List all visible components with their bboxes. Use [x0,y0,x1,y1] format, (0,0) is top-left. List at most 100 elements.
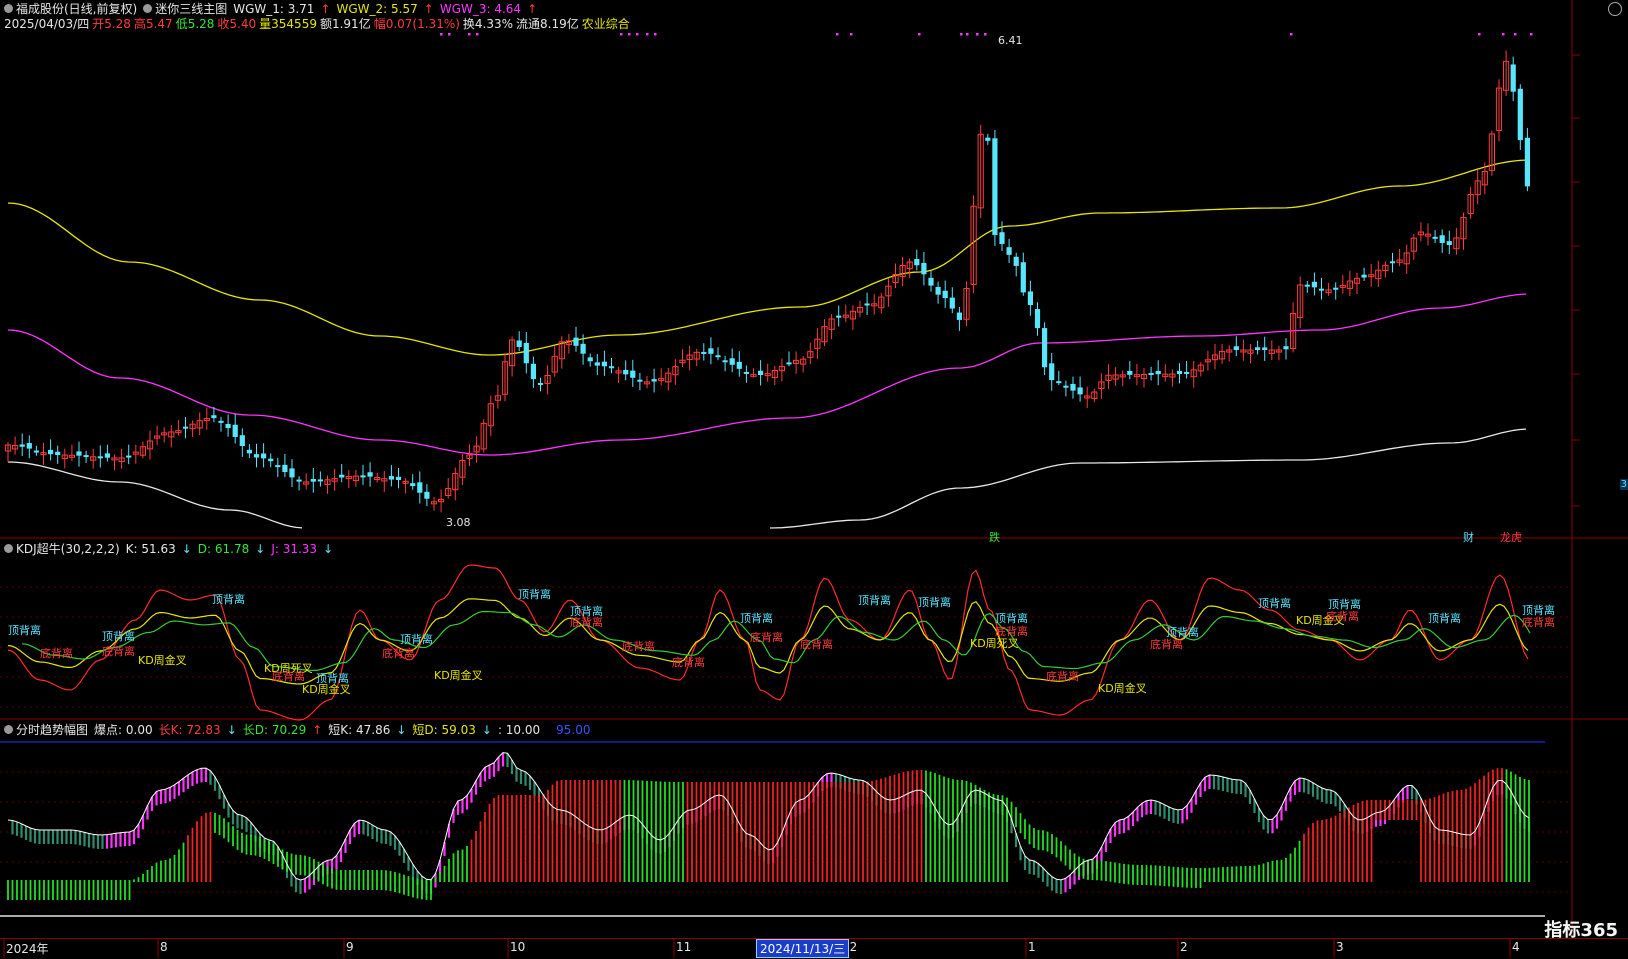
candle-body [587,357,593,362]
candle-body [786,362,792,365]
candle-body [1389,261,1396,264]
candle-body [218,420,224,423]
signal-dot [440,33,443,36]
candle-body [1510,64,1516,92]
indicator-toggle-icon[interactable] [4,4,13,13]
sector-link[interactable]: 农业综合 [582,17,630,32]
indicator-toggle-icon[interactable] [143,4,153,13]
candle-body [19,444,25,447]
candle-body [608,366,615,369]
kdj-d-value: D: 61.78 [197,542,250,556]
signal-dot [620,33,623,36]
high-value: 高5.47 [133,17,173,31]
candle-body [1233,346,1239,350]
event-tag-dragon-tiger[interactable]: 龙虎 [1500,529,1522,545]
down-arrow-icon: ↓ [181,542,192,556]
kdj-header: KDJ超牛(30,2,2,2) K: 51.63 ↓ D: 61.78 ↓ J: 3… [4,542,333,557]
wgw2-value: WGW_2: 5.57 [336,2,418,16]
candle-body [1020,262,1026,293]
candle-body [1361,274,1367,278]
signal-dot [448,33,451,36]
candle-body [1013,256,1019,266]
kdj-signal-label: KD周金叉 [1098,682,1147,695]
time-axis-label: 2 [1180,940,1188,954]
candle-body [26,443,32,449]
candle-body [1318,288,1325,291]
candle-body [992,138,998,235]
candle-body [104,453,110,458]
signal-dot [1502,33,1505,36]
float-value: 流通8.19亿 [516,17,579,31]
candle-body [530,363,536,380]
candle-body [83,455,89,458]
close-value: 收5.40 [217,17,257,31]
down-arrow-icon: ↓ [396,723,407,737]
trend-header: 分时趋势幅图 爆点: 0.00 长K: 72.83 ↓ 长D: 70.29 ↑ 短K… [4,723,591,738]
indicator-name[interactable]: 迷你三线主图 [155,2,227,16]
candle-body [758,370,764,375]
candle-body [395,476,402,480]
candle-body [1304,284,1310,287]
trend-title[interactable]: 分时趋势幅图 [16,723,88,737]
candle-body [601,361,607,367]
trend-95-value: 95.00 [556,723,591,737]
candle-body [1063,385,1069,388]
event-tag-finance[interactable]: 财 [1463,529,1474,545]
signal-dot [636,33,639,36]
down-arrow-icon: ↓ [255,542,266,556]
candle-body [289,468,295,478]
time-axis-label: 4 [1512,940,1520,954]
kdj-j-value: J: 31.33 [271,542,318,556]
low-price-label: 3.08 [446,516,471,529]
candle-body [864,303,870,306]
candle-body [999,232,1005,244]
kdj-signal-label: 顶背离 [1428,612,1461,625]
candle-body [985,137,991,141]
ma-line-white [769,428,1527,529]
candle-body [1446,241,1452,245]
kdj-signal-label: 底背离 [570,616,603,629]
candle-body [268,458,274,462]
trend-long-d: 长D: 70.29 [242,723,307,737]
kdj-signal-label: 底背离 [622,640,655,653]
trend-long-k: 长K: 72.83 [158,723,221,737]
candle-body [339,474,345,478]
indicator-toggle-icon[interactable] [4,725,13,734]
candle-body [1127,370,1133,375]
indicator-toggle-icon[interactable] [4,544,13,553]
trend-short-d: 短D: 59.03 [412,723,476,737]
kdj-signal-label: KD周金叉 [302,683,351,696]
time-axis-label: 2024年 [6,942,49,956]
candle-body [1432,236,1438,239]
kdj-signal-label: 底背离 [800,638,833,651]
signal-dot [850,33,853,36]
kdj-signal-label: 顶背离 [400,633,433,646]
kdj-signal-label: 底背离 [382,647,415,660]
candle-body [282,464,288,473]
candle-body [921,262,927,275]
candle-body [1155,370,1161,375]
candlestick-chart[interactable] [0,0,1628,958]
open-value: 开5.28 [92,17,131,31]
candle-body [367,472,373,477]
signal-dot [646,33,649,36]
candle-body [1262,347,1268,350]
candle-body [1077,387,1083,395]
candle-body [1070,383,1076,391]
kdj-signal-label: 底背离 [1522,616,1555,629]
event-tag-drop[interactable]: 跌 [989,529,1000,545]
candle-body [736,361,742,369]
candle-body [715,355,721,358]
candle-body [1333,287,1339,290]
signal-dot [976,33,979,36]
kdj-signal-label: 顶背离 [918,596,951,609]
time-axis-label: 1 [1028,940,1036,954]
settings-toggle-icon[interactable] [1608,2,1622,16]
candle-body [232,424,238,437]
candle-body [360,475,366,478]
kdj-signal-label: 顶背离 [1328,598,1361,611]
kdj-title[interactable]: KDJ超牛(30,2,2,2) [16,542,120,556]
candle-body [594,362,600,366]
candle-body [623,369,629,375]
candle-body [651,379,657,382]
